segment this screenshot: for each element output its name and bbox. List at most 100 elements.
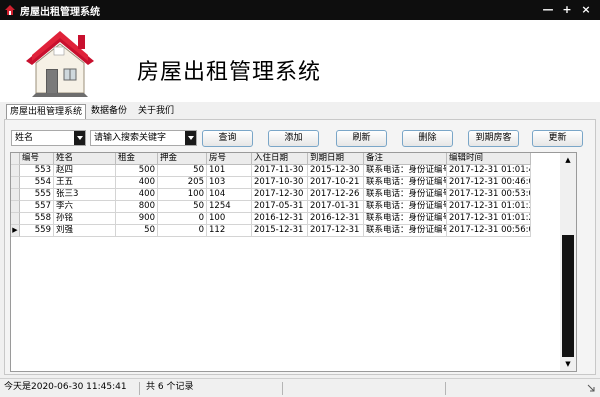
refresh-button[interactable]: 刷新 xyxy=(336,130,387,147)
scroll-down-icon[interactable]: ▼ xyxy=(560,357,576,371)
cell-checkin[interactable]: 2017-05-31 xyxy=(252,201,308,213)
cell-notes[interactable]: 联系电话：身份证编号 xyxy=(364,225,447,237)
cell-edit-time[interactable]: 2017-12-31 01:01:26 xyxy=(447,213,531,225)
cell-notes[interactable]: 联系电话：身份证编号 xyxy=(364,177,447,189)
cell-edit-time[interactable]: 2017-12-31 00:53:07 xyxy=(447,189,531,201)
table-row[interactable]: 558 孙铭 900 0 100 2016-12-31 2016-12-31 联… xyxy=(11,213,538,225)
delete-button[interactable]: 删除 xyxy=(402,130,453,147)
table-row[interactable]: 557 李六 800 50 1254 2017-05-31 2017-01-31… xyxy=(11,201,538,213)
add-button[interactable]: 添加 xyxy=(268,130,319,147)
tab-about-us[interactable]: 关于我们 xyxy=(135,104,177,119)
column-header[interactable]: 租金 xyxy=(116,153,158,165)
resize-grip-icon[interactable] xyxy=(586,383,596,393)
chevron-down-icon[interactable] xyxy=(74,131,85,145)
table-row[interactable]: ▶ 559 刘强 50 0 112 2015-12-31 2017-12-31 … xyxy=(11,225,538,237)
cell-room[interactable]: 101 xyxy=(207,165,252,177)
tenant-table[interactable]: 编号 姓名 租金 押金 房号 入住日期 到期日期 备注 编辑时间 553 赵四 … xyxy=(10,152,577,372)
update-button[interactable]: 更新 xyxy=(532,130,583,147)
cell-id[interactable]: 554 xyxy=(20,177,54,189)
column-header[interactable]: 编号 xyxy=(20,153,54,165)
tab-rental-management[interactable]: 房屋出租管理系统 xyxy=(6,104,87,119)
cell-id[interactable]: 553 xyxy=(20,165,54,177)
cell-name[interactable]: 孙铭 xyxy=(54,213,116,225)
row-header[interactable] xyxy=(11,189,20,201)
cell-name[interactable]: 王五 xyxy=(54,177,116,189)
cell-checkin[interactable]: 2015-12-31 xyxy=(252,225,308,237)
chevron-down-icon[interactable] xyxy=(185,131,196,145)
cell-name[interactable]: 赵四 xyxy=(54,165,116,177)
cell-notes[interactable]: 联系电话：身份证编号 xyxy=(364,213,447,225)
row-header[interactable] xyxy=(11,201,20,213)
cell-edit-time[interactable]: 2017-12-31 01:01:48 xyxy=(447,165,531,177)
expired-tenants-button[interactable]: 到期房客 xyxy=(468,130,519,147)
cell-rent[interactable]: 50 xyxy=(116,225,158,237)
app-icon xyxy=(5,5,15,15)
cell-name[interactable]: 张三3 xyxy=(54,189,116,201)
cell-checkin[interactable]: 2017-12-30 xyxy=(252,189,308,201)
cell-rent[interactable]: 400 xyxy=(116,189,158,201)
cell-room[interactable]: 103 xyxy=(207,177,252,189)
cell-deposit[interactable]: 100 xyxy=(158,189,207,201)
cell-id[interactable]: 555 xyxy=(20,189,54,201)
cell-deposit[interactable]: 0 xyxy=(158,213,207,225)
cell-expiry[interactable]: 2017-01-31 xyxy=(308,201,364,213)
cell-expiry[interactable]: 2015-12-30 xyxy=(308,165,364,177)
cell-checkin[interactable]: 2016-12-31 xyxy=(252,213,308,225)
cell-edit-time[interactable]: 2017-12-31 01:01:33 xyxy=(447,201,531,213)
tab-data-backup[interactable]: 数据备份 xyxy=(88,104,130,119)
cell-notes[interactable]: 联系电话：身份证编号 xyxy=(364,165,447,177)
row-header[interactable] xyxy=(11,177,20,189)
cell-rent[interactable]: 800 xyxy=(116,201,158,213)
cell-deposit[interactable]: 0 xyxy=(158,225,207,237)
cell-room[interactable]: 100 xyxy=(207,213,252,225)
close-button[interactable]: × xyxy=(578,0,594,20)
cell-rent[interactable]: 400 xyxy=(116,177,158,189)
column-header[interactable]: 房号 xyxy=(207,153,252,165)
cell-edit-time[interactable]: 2017-12-31 00:56:07 xyxy=(447,225,531,237)
cell-expiry[interactable]: 2016-12-31 xyxy=(308,213,364,225)
cell-deposit[interactable]: 50 xyxy=(158,201,207,213)
vertical-scrollbar[interactable]: ▲ ▼ xyxy=(560,153,576,371)
scroll-up-icon[interactable]: ▲ xyxy=(560,153,576,167)
cell-rent[interactable]: 500 xyxy=(116,165,158,177)
cell-room[interactable]: 104 xyxy=(207,189,252,201)
cell-room[interactable]: 112 xyxy=(207,225,252,237)
table-row[interactable]: 553 赵四 500 50 101 2017-11-30 2015-12-30 … xyxy=(11,165,538,177)
column-header[interactable]: 到期日期 xyxy=(308,153,364,165)
cell-id[interactable]: 559 xyxy=(20,225,54,237)
cell-room[interactable]: 1254 xyxy=(207,201,252,213)
scroll-thumb[interactable] xyxy=(562,235,574,357)
table-row[interactable]: 555 张三3 400 100 104 2017-12-30 2017-12-2… xyxy=(11,189,538,201)
cell-checkin[interactable]: 2017-11-30 xyxy=(252,165,308,177)
cell-expiry[interactable]: 2017-12-26 xyxy=(308,189,364,201)
row-header[interactable] xyxy=(11,165,20,177)
search-field-select[interactable]: 姓名 xyxy=(11,130,86,146)
row-header[interactable] xyxy=(11,213,20,225)
cell-expiry[interactable]: 2017-12-31 xyxy=(308,225,364,237)
query-button[interactable]: 查询 xyxy=(202,130,253,147)
cell-deposit[interactable]: 205 xyxy=(158,177,207,189)
maximize-button[interactable]: + xyxy=(559,0,575,20)
status-bar: 今天是2020-06-30 11:45:41 共 6 个记录 xyxy=(0,378,600,397)
cell-notes[interactable]: 联系电话：身份证编号 xyxy=(364,201,447,213)
column-header[interactable]: 押金 xyxy=(158,153,207,165)
table-row[interactable]: 554 王五 400 205 103 2017-10-30 2017-10-21… xyxy=(11,177,538,189)
column-header[interactable]: 备注 xyxy=(364,153,447,165)
keyword-select[interactable]: 请输入搜索关键字 xyxy=(90,130,197,146)
column-header[interactable]: 入住日期 xyxy=(252,153,308,165)
cell-name[interactable]: 刘强 xyxy=(54,225,116,237)
cell-id[interactable]: 557 xyxy=(20,201,54,213)
cell-rent[interactable]: 900 xyxy=(116,213,158,225)
minimize-button[interactable]: — xyxy=(540,0,556,20)
current-row-indicator[interactable]: ▶ xyxy=(11,225,20,237)
cell-edit-time[interactable]: 2017-12-31 00:46:04 xyxy=(447,177,531,189)
cell-id[interactable]: 558 xyxy=(20,213,54,225)
cell-checkin[interactable]: 2017-10-30 xyxy=(252,177,308,189)
column-header[interactable]: 姓名 xyxy=(54,153,116,165)
tab-strip: 房屋出租管理系统 数据备份 关于我们 xyxy=(0,102,600,119)
cell-notes[interactable]: 联系电话：身份证编号 xyxy=(364,189,447,201)
cell-name[interactable]: 李六 xyxy=(54,201,116,213)
cell-deposit[interactable]: 50 xyxy=(158,165,207,177)
cell-expiry[interactable]: 2017-10-21 xyxy=(308,177,364,189)
column-header[interactable]: 编辑时间 xyxy=(447,153,531,165)
